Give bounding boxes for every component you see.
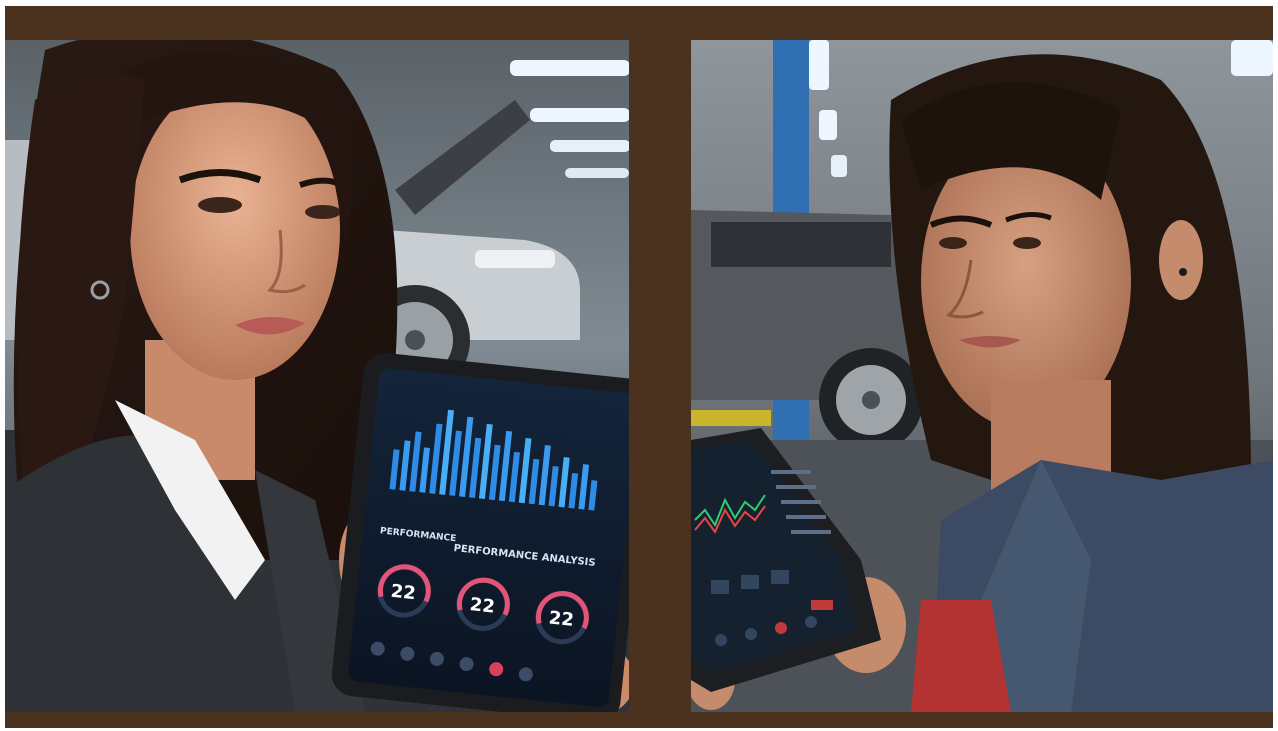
gauge-value-1: 22 <box>390 581 417 605</box>
right-photo-svg <box>691 40 1273 712</box>
right-photo <box>691 40 1273 712</box>
frame-bottom-bar <box>5 712 1273 728</box>
gauge-value-3: 22 <box>548 607 575 631</box>
left-tablet: PERFORMANCE PERFORMANCE ANALYSIS 22 22 2… <box>331 352 629 712</box>
left-photo: PERFORMANCE PERFORMANCE ANALYSIS 22 22 2… <box>5 40 629 712</box>
left-photo-svg: PERFORMANCE PERFORMANCE ANALYSIS 22 22 2… <box>5 40 629 712</box>
gauge-value-2: 22 <box>469 594 496 618</box>
image-frame: PERFORMANCE PERFORMANCE ANALYSIS 22 22 2… <box>5 6 1273 728</box>
